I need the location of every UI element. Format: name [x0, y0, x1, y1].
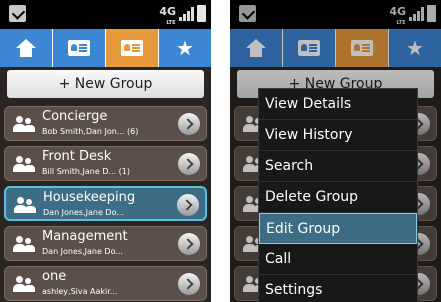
group-name: one	[42, 269, 67, 284]
status-bar: 4G LTE	[0, 0, 211, 29]
groups-card-icon	[121, 40, 143, 56]
tab-bar: ★	[0, 29, 211, 67]
group-members: Bob Smith,Dan Jon... (6)	[42, 127, 139, 136]
menu-item-search[interactable]: Search	[259, 151, 417, 182]
tab-groups[interactable]	[106, 29, 158, 67]
signal-icon	[179, 7, 194, 21]
new-group-button[interactable]: + New Group	[7, 70, 204, 98]
network-indicator: 4G LTE	[159, 5, 176, 26]
menu-item-call[interactable]: Call	[259, 244, 417, 275]
tab-favorites[interactable]: ★	[159, 29, 211, 67]
group-row[interactable]: Concierge Bob Smith,Dan Jon... (6)	[4, 106, 207, 141]
contacts-card-icon	[68, 40, 90, 56]
group-people-icon	[14, 197, 36, 213]
battery-icon	[197, 5, 206, 22]
groups-screen: 4G LTE ★ + New Group Concierge Bob Smith,D…	[0, 0, 211, 302]
menu-item-edit-group[interactable]: Edit Group	[259, 213, 417, 244]
group-name: Front Desk	[42, 149, 112, 164]
group-row[interactable]: Management Dan Jones,Jane Do...	[4, 226, 207, 261]
menu-item-view-details[interactable]: View Details	[259, 89, 417, 120]
groups-screen-with-menu: 4GLTE ★ + New Group ConciergeBob Smith,D…	[230, 0, 441, 302]
menu-item-delete-group[interactable]: Delete Group	[259, 182, 417, 213]
tab-home[interactable]	[0, 29, 52, 67]
star-icon: ★	[176, 36, 194, 60]
group-people-icon	[13, 236, 35, 252]
home-icon	[16, 39, 36, 57]
chevron-right-icon[interactable]	[178, 273, 200, 295]
tab-contacts[interactable]	[53, 29, 105, 67]
group-row[interactable]: Housekeeping Dan Jones,Jane Do...	[4, 186, 207, 221]
menu-item-view-history[interactable]: View History	[259, 120, 417, 151]
group-members: Bill Smith,Jane D... (1)	[42, 167, 131, 176]
group-row[interactable]: one ashley,Siva Aakir...	[4, 266, 207, 301]
chevron-right-icon[interactable]	[178, 113, 200, 135]
context-menu: View Details View History Search Delete Gro…	[258, 88, 418, 302]
group-members: Dan Jones,Jane Do...	[42, 247, 123, 256]
chevron-right-icon[interactable]	[177, 194, 199, 216]
group-people-icon	[13, 156, 35, 172]
group-name: Management	[42, 229, 128, 244]
notification-icon	[9, 5, 26, 22]
group-members: ashley,Siva Aakir...	[42, 287, 118, 296]
group-name: Concierge	[42, 109, 108, 124]
group-members: Dan Jones,Jane Do...	[43, 208, 124, 217]
chevron-right-icon[interactable]	[178, 233, 200, 255]
group-people-icon	[13, 276, 35, 292]
group-row[interactable]: Front Desk Bill Smith,Jane D... (1)	[4, 146, 207, 181]
group-people-icon	[13, 116, 35, 132]
group-name: Housekeeping	[43, 190, 136, 205]
menu-item-settings[interactable]: Settings	[259, 275, 417, 302]
chevron-right-icon[interactable]	[178, 153, 200, 175]
